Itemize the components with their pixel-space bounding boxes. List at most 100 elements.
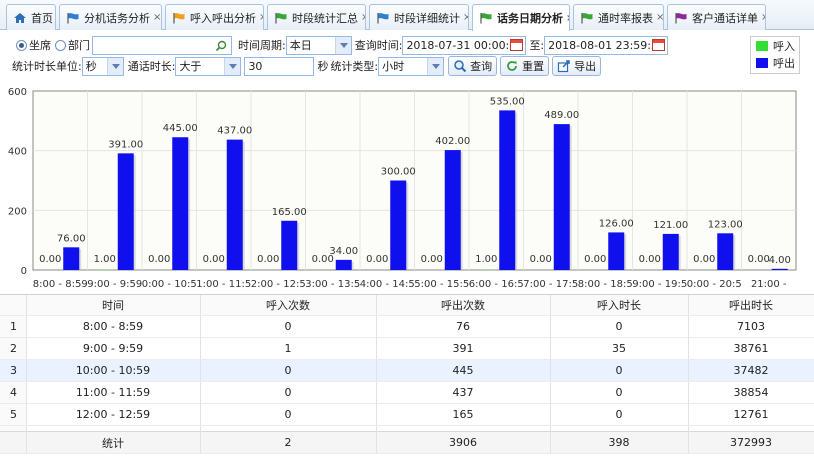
time-period-select[interactable]: 本日: [285, 35, 352, 55]
x-tick-label: 19:00 - 19:59: [626, 279, 694, 290]
data-label-out: 34.00: [329, 246, 358, 257]
legend-item-out[interactable]: 呼出: [751, 54, 799, 71]
bar-out[interactable]: [608, 232, 625, 270]
seat-radio[interactable]: [16, 39, 27, 51]
export-button[interactable]: 导出: [552, 56, 602, 76]
bar-out[interactable]: [117, 153, 134, 270]
row-out-count: 391: [376, 337, 551, 360]
bar-out[interactable]: [335, 259, 352, 270]
seconds-label: 秒: [317, 60, 329, 73]
data-label-out: 402.00: [435, 136, 470, 147]
end-time-input[interactable]: 2018-08-01 23:59:59: [544, 35, 669, 55]
bar-out[interactable]: [662, 233, 679, 270]
calendar-icon[interactable]: [510, 38, 524, 51]
row-in-duration: 0: [550, 359, 689, 382]
header-time[interactable]: 时间: [26, 295, 201, 316]
bar-out[interactable]: [281, 220, 298, 270]
data-label-out: 445.00: [163, 123, 198, 134]
bar-out[interactable]: [553, 124, 570, 270]
dept-radio[interactable]: [55, 39, 66, 51]
bar-out[interactable]: [444, 150, 461, 270]
tab-label: 分机话务分析: [84, 11, 150, 25]
row-time: 11:00 - 11:59: [26, 381, 201, 404]
data-label-in: 0.00: [748, 254, 770, 265]
legend-swatch-out: [756, 57, 768, 68]
filter-row-1: 坐席 部门 时间周期: 本日 查询时间: 2018-07-31 00:00:00…: [0, 34, 669, 56]
close-icon[interactable]: ×: [460, 12, 468, 23]
start-time-input[interactable]: 2018-07-31 00:00:00: [402, 35, 527, 55]
row-in-duration: 35: [550, 337, 689, 360]
header-in-count[interactable]: 呼入次数: [200, 295, 377, 316]
table-row[interactable]: 5 12:00 - 12:59 0 165 0 12761: [0, 403, 814, 426]
call-duration-label: 通话时长:: [127, 60, 176, 73]
close-icon[interactable]: ×: [358, 12, 365, 23]
search-icon[interactable]: [215, 40, 227, 52]
bar-out[interactable]: [771, 268, 788, 270]
table-row[interactable]: 2 9:00 - 9:59 1 391 35 38761: [0, 337, 814, 360]
duration-unit-value: 秒: [85, 59, 97, 73]
x-tick-label: 21:00 -: [751, 279, 787, 290]
search-icon: [454, 60, 467, 73]
seat-dept-input[interactable]: [92, 35, 232, 55]
tab-label: 呼入呼出分析: [190, 11, 256, 25]
call-duration-input[interactable]: 30: [244, 56, 315, 76]
footer-in-duration: 398: [550, 431, 689, 454]
header-out-count[interactable]: 呼出次数: [376, 295, 551, 316]
data-label-out: 76.00: [57, 233, 86, 244]
flag-icon: [173, 12, 185, 23]
x-tick-label: 18:00 - 18:59: [571, 279, 639, 290]
duration-unit-select[interactable]: 秒: [81, 56, 124, 76]
bar-chart-svg: 0 200 400 600 0.00 76.00 8:00 - 8:59 1.00 391.00…: [8, 87, 797, 290]
close-icon[interactable]: ×: [653, 12, 663, 23]
reset-button-label: 重置: [522, 60, 545, 73]
legend-item-in[interactable]: 呼入: [751, 37, 799, 54]
header-in-duration[interactable]: 呼入时长: [550, 295, 689, 316]
header-out-duration[interactable]: 呼出时长: [688, 295, 814, 316]
tab-8[interactable]: 客户通话详单×: [667, 4, 766, 30]
tab-2[interactable]: 分机话务分析 ×: [59, 4, 162, 30]
bar-out[interactable]: [63, 247, 80, 270]
row-time: 12:00 - 12:59: [26, 403, 201, 426]
bar-out[interactable]: [226, 139, 243, 270]
tab-7[interactable]: 通时率报表 ×: [573, 4, 664, 30]
bar-out[interactable]: [499, 110, 516, 270]
data-label-in: 0.00: [203, 254, 225, 265]
table-row[interactable]: 3 10:00 - 10:59 0 445 0 37482: [0, 359, 814, 382]
bar-out[interactable]: [172, 137, 189, 270]
chevron-down-icon[interactable]: [224, 57, 241, 75]
row-in-count: 0: [200, 381, 377, 404]
legend-label-out: 呼出: [773, 56, 795, 70]
to-label: 至:: [529, 39, 545, 52]
close-icon[interactable]: ×: [563, 13, 569, 24]
stat-type-value: 小时: [382, 59, 405, 73]
calendar-icon[interactable]: [652, 38, 666, 51]
row-index: 4: [0, 381, 27, 404]
close-icon[interactable]: ×: [758, 12, 765, 23]
close-icon[interactable]: ×: [256, 12, 263, 23]
tab-1[interactable]: 首页: [6, 4, 56, 30]
tab-label: 时段详细统计: [394, 11, 460, 25]
bar-out[interactable]: [390, 180, 407, 271]
tab-4[interactable]: 时段统计汇总×: [267, 4, 366, 30]
close-icon[interactable]: ×: [150, 12, 161, 23]
footer-label: 统计: [26, 431, 201, 454]
start-time-value: 2018-07-31 00:00:00: [406, 38, 524, 52]
tab-5[interactable]: 时段详细统计×: [369, 4, 469, 30]
call-duration-op-select[interactable]: 大于: [175, 56, 242, 76]
bar-out[interactable]: [717, 233, 734, 270]
data-label-in: 0.00: [639, 254, 661, 265]
chevron-down-icon[interactable]: [334, 36, 351, 54]
chevron-down-icon[interactable]: [427, 57, 444, 75]
table-row[interactable]: 1 8:00 - 8:59 0 76 0 7103: [0, 315, 814, 338]
tab-3[interactable]: 呼入呼出分析×: [165, 4, 264, 30]
tab-6[interactable]: 话务日期分析×: [472, 4, 570, 31]
data-label-in: 0.00: [148, 254, 170, 265]
table-header-row: 时间 呼入次数 呼出次数 呼入时长 呼出时长: [0, 295, 814, 316]
reset-button[interactable]: 重置: [500, 56, 550, 76]
stat-type-select[interactable]: 小时: [378, 56, 445, 76]
query-button[interactable]: 查询: [448, 56, 498, 76]
x-tick-label: 12:00 - 12:59: [244, 279, 312, 290]
chevron-down-icon[interactable]: [106, 57, 123, 75]
bar-chart: 0 200 400 600 0.00 76.00 8:00 - 8:59 1.00 391.00…: [0, 80, 814, 294]
table-row[interactable]: 4 11:00 - 11:59 0 437 0 38854: [0, 381, 814, 404]
